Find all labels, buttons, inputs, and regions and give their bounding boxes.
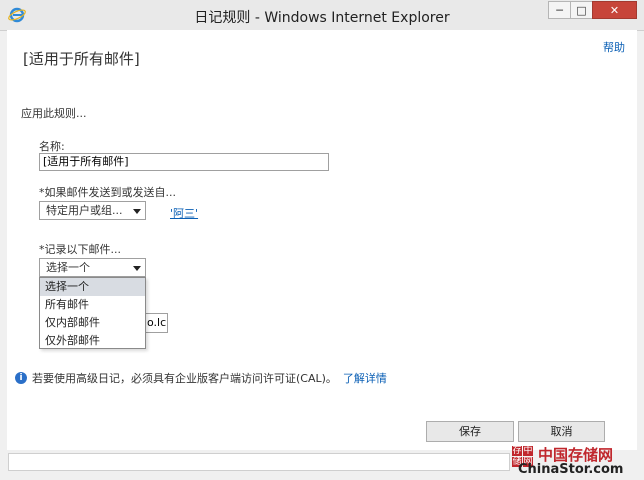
watermark-en: ChinaStor.com bbox=[518, 462, 624, 477]
dropdown-option[interactable]: 所有邮件 bbox=[40, 296, 145, 314]
dropdown-option[interactable]: 选择一个 bbox=[40, 278, 145, 296]
help-link[interactable]: 帮助 bbox=[603, 39, 625, 55]
cancel-button[interactable]: 取消 bbox=[518, 421, 605, 442]
record-label: *记录以下邮件... bbox=[39, 243, 121, 256]
minimize-button[interactable]: ─ bbox=[548, 1, 571, 19]
record-dropdown-list: 选择一个 所有邮件 仅内部邮件 仅外部邮件 bbox=[39, 277, 146, 349]
sender-select[interactable]: 特定用户或组... bbox=[39, 201, 146, 220]
record-select[interactable]: 选择一个 bbox=[39, 258, 146, 277]
maximize-button[interactable]: □ bbox=[570, 1, 593, 19]
status-field bbox=[8, 453, 510, 471]
page-title: [适用于所有邮件] bbox=[23, 50, 140, 68]
logo-char: 存 bbox=[512, 446, 522, 456]
title-bar: 日记规则 - Windows Internet Explorer ─ □ ✕ bbox=[0, 0, 644, 31]
apply-rule-label: 应用此规则... bbox=[21, 107, 87, 120]
sender-label: *如果邮件发送到或发送自... bbox=[39, 186, 176, 199]
chevron-down-icon bbox=[133, 209, 141, 214]
name-label: 名称: bbox=[39, 140, 65, 153]
info-icon: i bbox=[15, 372, 27, 384]
close-button[interactable]: ✕ bbox=[592, 1, 637, 19]
sender-user-link[interactable]: '阿三' bbox=[170, 205, 198, 221]
dialog-content: 帮助 [适用于所有邮件] 应用此规则... 名称: [适用于所有邮件] *如果邮… bbox=[7, 30, 637, 450]
info-row: i 若要使用高级日记，必须具有企业版客户端访问许可证(CAL)。 了解详情 bbox=[15, 370, 387, 386]
logo-char: 中 bbox=[523, 446, 533, 456]
info-text: 若要使用高级日记，必须具有企业版客户端访问许可证(CAL)。 bbox=[32, 372, 337, 385]
dropdown-option[interactable]: 仅外部邮件 bbox=[40, 332, 145, 350]
partial-input[interactable]: o.lc bbox=[146, 313, 168, 333]
record-select-value: 选择一个 bbox=[46, 261, 90, 274]
sender-select-value: 特定用户或组... bbox=[46, 204, 123, 217]
dropdown-option[interactable]: 仅内部邮件 bbox=[40, 314, 145, 332]
chevron-down-icon bbox=[133, 266, 141, 271]
save-button[interactable]: 保存 bbox=[426, 421, 514, 442]
name-input[interactable]: [适用于所有邮件] bbox=[39, 153, 329, 171]
learn-more-link[interactable]: 了解详情 bbox=[343, 370, 387, 386]
